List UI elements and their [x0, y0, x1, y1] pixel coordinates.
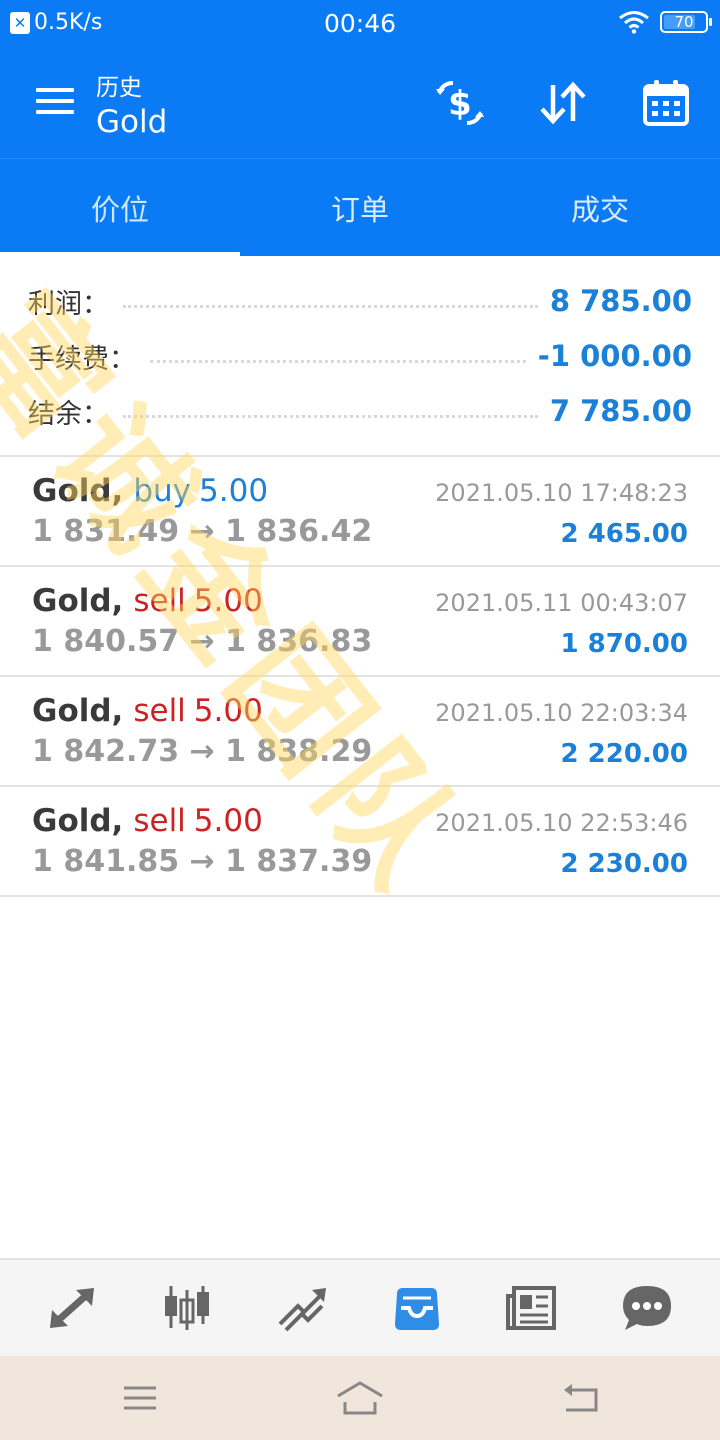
- profit-label: 利润：: [28, 288, 109, 320]
- menu-button[interactable]: [36, 88, 74, 118]
- app-bar: 历史 Gold $: [0, 48, 720, 158]
- home-icon[interactable]: [335, 1378, 385, 1418]
- trade-volume: 5.00: [193, 693, 263, 729]
- trade-side: buy: [133, 473, 192, 509]
- currency-exchange-icon[interactable]: $: [435, 78, 485, 128]
- trade-icon[interactable]: [272, 1278, 332, 1338]
- trade-side: sell: [133, 583, 186, 619]
- fee-label: 手续费：: [28, 343, 136, 375]
- trade-side: sell: [133, 693, 186, 729]
- trade-volume: 5.00: [199, 473, 269, 509]
- trade-prices: 1 842.73 → 1 838.29: [32, 734, 373, 769]
- trade-symbol: Gold,: [32, 583, 124, 619]
- trade-volume: 5.00: [193, 583, 263, 619]
- tab-deals[interactable]: 成交: [480, 159, 720, 257]
- svg-text:$: $: [448, 84, 472, 124]
- chart-icon[interactable]: [157, 1278, 217, 1338]
- trade-time: 2021.05.10 17:48:23: [435, 479, 688, 507]
- page-subtitle: 历史: [96, 75, 142, 101]
- tab-bar: 价位 订单 成交: [0, 158, 720, 256]
- trade-prices: 1 831.49 → 1 836.42: [32, 514, 373, 549]
- battery-level: 70: [674, 13, 694, 31]
- trade-profit: 2 230.00: [560, 849, 688, 879]
- tab-orders[interactable]: 订单: [240, 159, 480, 257]
- history-icon[interactable]: [387, 1278, 447, 1338]
- page-title: Gold: [96, 104, 168, 140]
- profit-row: 利润： 8 785.00: [28, 281, 692, 321]
- fee-row: 手续费： -1 000.00: [28, 336, 692, 376]
- trade-symbol: Gold,: [32, 803, 124, 839]
- trade-symbol: Gold,: [32, 473, 124, 509]
- chat-icon[interactable]: [617, 1278, 677, 1338]
- profit-value: 8 785.00: [549, 284, 692, 318]
- trade-side: sell: [133, 803, 186, 839]
- fee-value: -1 000.00: [537, 339, 692, 373]
- bottom-nav: [0, 1258, 720, 1356]
- trade-profit: 2 220.00: [560, 739, 688, 769]
- trade-profit: 1 870.00: [560, 629, 688, 659]
- wifi-icon: [619, 11, 649, 34]
- recent-apps-icon[interactable]: [115, 1378, 165, 1418]
- trade-row[interactable]: Gold, sell 5.00 2021.05.10 22:53:46 1 84…: [0, 787, 720, 897]
- trade-time: 2021.05.10 22:03:34: [435, 699, 688, 727]
- balance-value: 7 785.00: [549, 394, 692, 428]
- quotes-icon[interactable]: [42, 1278, 102, 1338]
- trade-profit: 2 465.00: [560, 519, 688, 549]
- calendar-icon[interactable]: [641, 78, 691, 128]
- back-icon[interactable]: [555, 1378, 605, 1418]
- trade-volume: 5.00: [193, 803, 263, 839]
- system-nav-bar: [0, 1356, 720, 1440]
- summary-panel: 利润： 8 785.00 手续费： -1 000.00 结余： 7 785.00: [0, 256, 720, 456]
- trade-row[interactable]: Gold, sell 5.00 2021.05.10 22:03:34 1 84…: [0, 677, 720, 787]
- trade-time: 2021.05.11 00:43:07: [435, 589, 688, 617]
- trade-row[interactable]: Gold, buy 5.00 2021.05.10 17:48:23 1 831…: [0, 457, 720, 567]
- trade-symbol: Gold,: [32, 693, 124, 729]
- trade-row[interactable]: Gold, sell 5.00 2021.05.11 00:43:07 1 84…: [0, 567, 720, 677]
- tab-positions[interactable]: 价位: [0, 159, 240, 257]
- balance-row: 结余： 7 785.00: [28, 391, 692, 431]
- trade-time: 2021.05.10 22:53:46: [435, 809, 688, 837]
- trade-prices: 1 841.85 → 1 837.39: [32, 844, 373, 879]
- status-bar: ✕ 0.5K/s 00:46 70: [0, 0, 720, 48]
- news-icon[interactable]: [502, 1278, 562, 1338]
- sort-icon[interactable]: [538, 78, 588, 128]
- balance-label: 结余：: [28, 398, 109, 430]
- battery-icon: 70: [660, 11, 712, 33]
- trade-prices: 1 840.57 → 1 836.83: [32, 624, 373, 659]
- status-time: 00:46: [323, 9, 397, 38]
